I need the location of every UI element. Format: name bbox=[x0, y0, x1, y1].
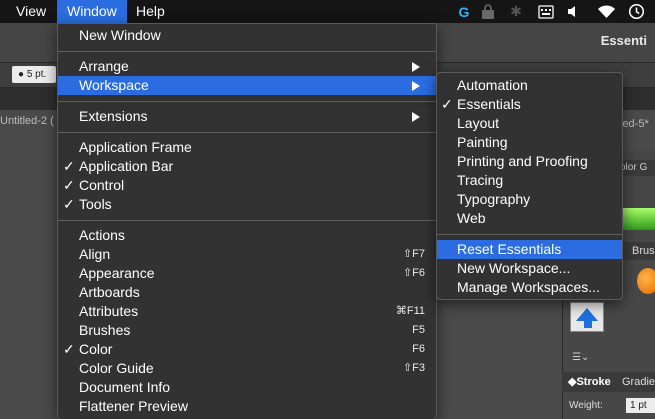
menu-item-workspace[interactable]: Workspace bbox=[58, 76, 436, 95]
submenu-item-manage-workspaces[interactable]: Manage Workspaces... bbox=[437, 278, 622, 297]
workspace-switcher[interactable]: Essenti bbox=[601, 33, 647, 48]
submenu-arrow-icon bbox=[412, 81, 420, 91]
menu-separator bbox=[58, 101, 436, 102]
checkmark-icon: ✓ bbox=[441, 96, 453, 112]
weight-field[interactable]: 1 pt bbox=[626, 398, 655, 413]
menu-item-appearance[interactable]: Appearance ⇧F6 bbox=[58, 264, 436, 283]
submenu-item-typography[interactable]: Typography bbox=[437, 190, 622, 209]
submenu-item-essentials[interactable]: ✓ Essentials bbox=[437, 95, 622, 114]
submenu-item-web[interactable]: Web bbox=[437, 209, 622, 228]
weight-label: Weight: bbox=[569, 400, 603, 411]
window-menu: New Window Arrange Workspace Extensions … bbox=[57, 23, 437, 419]
checkmark-icon: ✓ bbox=[63, 196, 75, 212]
checkmark-icon: ✓ bbox=[63, 158, 75, 174]
menu-separator bbox=[58, 51, 436, 52]
submenu-item-tracing[interactable]: Tracing bbox=[437, 171, 622, 190]
menu-window[interactable]: Window bbox=[57, 0, 127, 23]
workspace-submenu: Automation ✓ Essentials Layout Painting P… bbox=[436, 72, 623, 300]
menu-item-arrange[interactable]: Arrange bbox=[58, 57, 436, 76]
lock-icon[interactable] bbox=[480, 3, 496, 20]
tab-gradient[interactable]: Gradie bbox=[622, 372, 655, 392]
document-tab-untitled-5[interactable]: led-5* bbox=[620, 118, 649, 130]
checkmark-icon: ✓ bbox=[63, 341, 75, 357]
bluetooth-icon[interactable]: ✱ bbox=[508, 3, 524, 20]
menu-item-color-guide[interactable]: Color Guide ⇧F3 bbox=[58, 359, 436, 378]
menu-item-color[interactable]: ✓ Color F6 bbox=[58, 340, 436, 359]
menu-view[interactable]: View bbox=[10, 0, 52, 23]
menu-item-application-bar[interactable]: ✓ Application Bar bbox=[58, 157, 436, 176]
menu-help[interactable]: Help bbox=[130, 0, 171, 23]
keyboard-viewer-icon[interactable] bbox=[537, 3, 555, 20]
menu-item-align[interactable]: Align ⇧F7 bbox=[58, 245, 436, 264]
submenu-item-layout[interactable]: Layout bbox=[437, 114, 622, 133]
menu-item-artboards[interactable]: Artboards bbox=[58, 283, 436, 302]
arrow-stem bbox=[584, 316, 592, 328]
menu-item-extensions[interactable]: Extensions bbox=[58, 107, 436, 126]
menu-item-tools[interactable]: ✓ Tools bbox=[58, 195, 436, 214]
menu-item-application-frame[interactable]: Application Frame bbox=[58, 138, 436, 157]
submenu-arrow-icon bbox=[412, 112, 420, 122]
menu-separator bbox=[437, 234, 622, 235]
menu-item-control[interactable]: ✓ Control bbox=[58, 176, 436, 195]
sync-app-icon[interactable]: G bbox=[456, 3, 472, 20]
menu-item-new-window[interactable]: New Window bbox=[58, 26, 436, 45]
document-tab-untitled-2[interactable]: Untitled-2 ( bbox=[0, 115, 54, 127]
stroke-panel-tabs: ◆Stroke Gradie bbox=[562, 372, 655, 392]
checkmark-icon: ✓ bbox=[63, 177, 75, 193]
brush-swatch[interactable] bbox=[637, 268, 655, 294]
submenu-item-reset-essentials[interactable]: Reset Essentials bbox=[437, 240, 622, 259]
menu-item-document-info[interactable]: Document Info bbox=[58, 378, 436, 397]
menu-item-attributes[interactable]: Attributes ⌘F11 bbox=[58, 302, 436, 321]
submenu-item-printing-and-proofing[interactable]: Printing and Proofing bbox=[437, 152, 622, 171]
library-icon[interactable]: ☰⌄ bbox=[572, 352, 589, 363]
submenu-item-painting[interactable]: Painting bbox=[437, 133, 622, 152]
volume-icon[interactable] bbox=[566, 3, 580, 20]
menu-item-actions[interactable]: Actions bbox=[58, 226, 436, 245]
submenu-arrow-icon bbox=[412, 62, 420, 72]
menu-item-flattener-preview[interactable]: Flattener Preview bbox=[58, 397, 436, 416]
menu-separator bbox=[58, 132, 436, 133]
time-machine-icon[interactable] bbox=[627, 3, 645, 20]
tab-stroke[interactable]: ◆Stroke bbox=[568, 372, 611, 392]
stroke-size-field[interactable]: ● 5 pt. bbox=[12, 66, 56, 83]
menu-bar: View Window Help G ✱ bbox=[0, 0, 655, 23]
menu-separator bbox=[58, 220, 436, 221]
color-ramp[interactable] bbox=[620, 208, 655, 230]
submenu-item-automation[interactable]: Automation bbox=[437, 76, 622, 95]
wifi-icon[interactable] bbox=[596, 3, 616, 20]
menu-item-brushes[interactable]: Brushes F5 bbox=[58, 321, 436, 340]
submenu-item-new-workspace[interactable]: New Workspace... bbox=[437, 259, 622, 278]
